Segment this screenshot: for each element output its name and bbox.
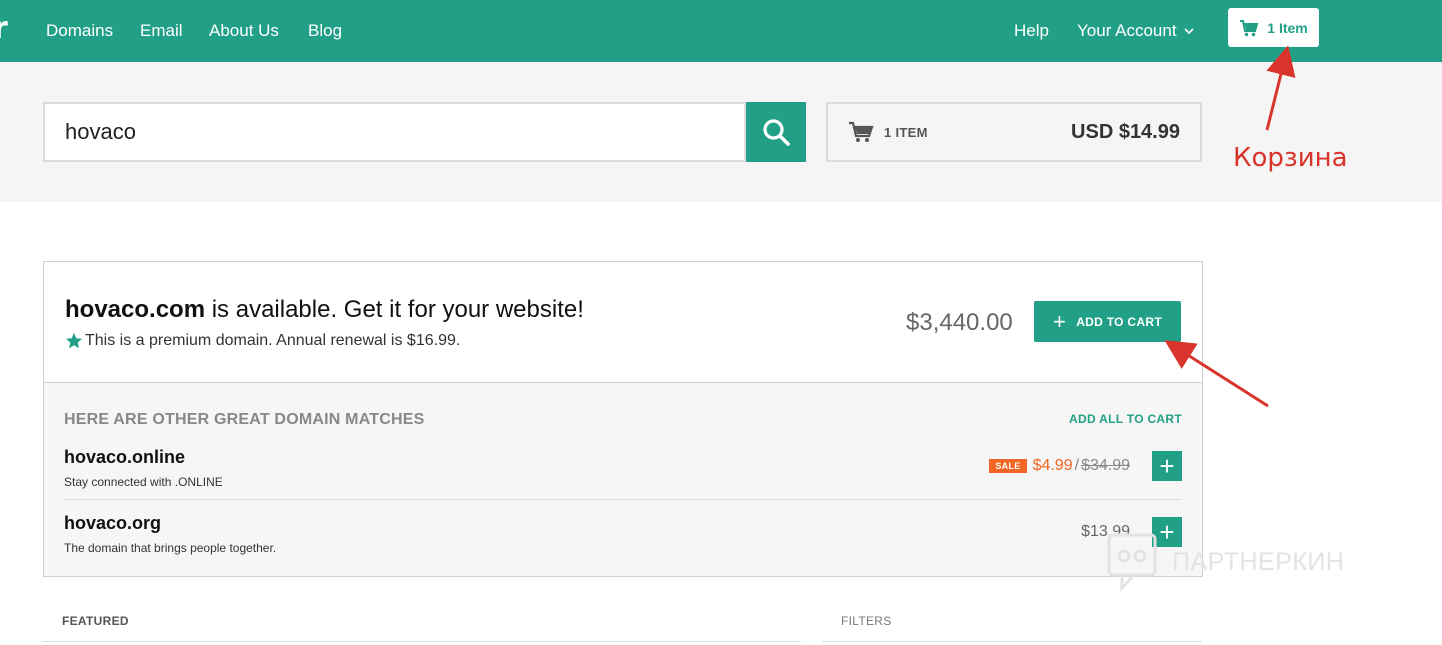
watermark: ПАРТНЕРКИН xyxy=(1106,532,1344,592)
match-domain-name: hovaco.org xyxy=(64,513,162,533)
cart-item-count: 1 ITEM xyxy=(884,124,928,140)
cart-icon xyxy=(1240,19,1259,36)
match-description: Stay connected with .ONLINE xyxy=(64,475,223,489)
result-price: $3,440.00 xyxy=(906,309,1013,336)
cart-total: USD $14.99 xyxy=(1071,120,1180,143)
result-domain: hovaco.com xyxy=(65,296,206,323)
add-match-button[interactable]: + xyxy=(1152,451,1182,481)
cart-icon xyxy=(849,121,874,142)
match-price-group: SALE $4.99 / $34.99 + xyxy=(989,451,1182,481)
domain-search-input[interactable] xyxy=(45,104,744,160)
match-domain-name: hovaco.online xyxy=(64,447,186,467)
divider xyxy=(822,641,1202,642)
price-separator: / xyxy=(1074,457,1080,474)
result-title: hovaco.com is available. Get it for your… xyxy=(65,296,584,324)
watermark-logo-icon xyxy=(1107,533,1157,592)
account-menu[interactable]: Your Account xyxy=(1077,20,1195,42)
matches-heading: HERE ARE OTHER GREAT DOMAIN MATCHES xyxy=(64,411,425,428)
search-icon xyxy=(763,119,790,146)
divider xyxy=(43,641,801,642)
cart-button[interactable]: 1 Item xyxy=(1228,8,1319,47)
other-matches-panel: HERE ARE OTHER GREAT DOMAIN MATCHES ADD … xyxy=(43,383,1203,577)
filters-heading: FILTERS xyxy=(841,614,892,628)
nav-link-help[interactable]: Help xyxy=(1014,20,1049,42)
sale-price: $4.99 xyxy=(1032,457,1073,474)
result-subtitle: This is a premium domain. Annual renewal… xyxy=(65,332,460,350)
original-price: $34.99 xyxy=(1081,457,1130,474)
logo[interactable]: r xyxy=(0,12,12,46)
nav-link-about-us[interactable]: About Us xyxy=(209,20,279,42)
main-result-card: hovaco.com is available. Get it for your… xyxy=(43,261,1203,383)
plus-icon: + xyxy=(1053,308,1067,334)
chevron-down-icon xyxy=(1183,28,1194,35)
list-item: hovaco.org The domain that brings people… xyxy=(64,500,1182,566)
nav-link-email[interactable]: Email xyxy=(140,20,183,42)
add-all-to-cart-link[interactable]: ADD ALL TO CART xyxy=(1069,412,1182,426)
star-icon xyxy=(66,333,82,349)
watermark-text: ПАРТНЕРКИН xyxy=(1172,547,1345,576)
add-to-cart-label: ADD TO CART xyxy=(1076,314,1162,329)
add-to-cart-button[interactable]: + ADD TO CART xyxy=(1034,301,1181,342)
sale-badge: SALE xyxy=(989,459,1027,473)
nav-link-blog[interactable]: Blog xyxy=(308,20,342,42)
top-nav-bar: r Domains Email About Us Blog Help Your … xyxy=(0,0,1442,62)
result-title-rest: is available. Get it for your website! xyxy=(205,296,584,323)
plus-icon: + xyxy=(1159,451,1175,481)
list-item: hovaco.online Stay connected with .ONLIN… xyxy=(64,434,1182,500)
nav-link-domains[interactable]: Domains xyxy=(46,20,113,42)
domain-search-box[interactable] xyxy=(43,102,746,162)
search-button[interactable] xyxy=(746,102,806,162)
account-label: Your Account xyxy=(1077,21,1177,40)
annotation-label-cart: Корзина xyxy=(1233,143,1348,173)
cart-button-label: 1 Item xyxy=(1267,19,1308,36)
featured-heading: FEATURED xyxy=(62,614,129,628)
match-description: The domain that brings people together. xyxy=(64,541,277,555)
result-subtitle-text: This is a premium domain. Annual renewal… xyxy=(85,332,461,349)
cart-summary[interactable]: 1 ITEM USD $14.99 xyxy=(826,102,1202,162)
